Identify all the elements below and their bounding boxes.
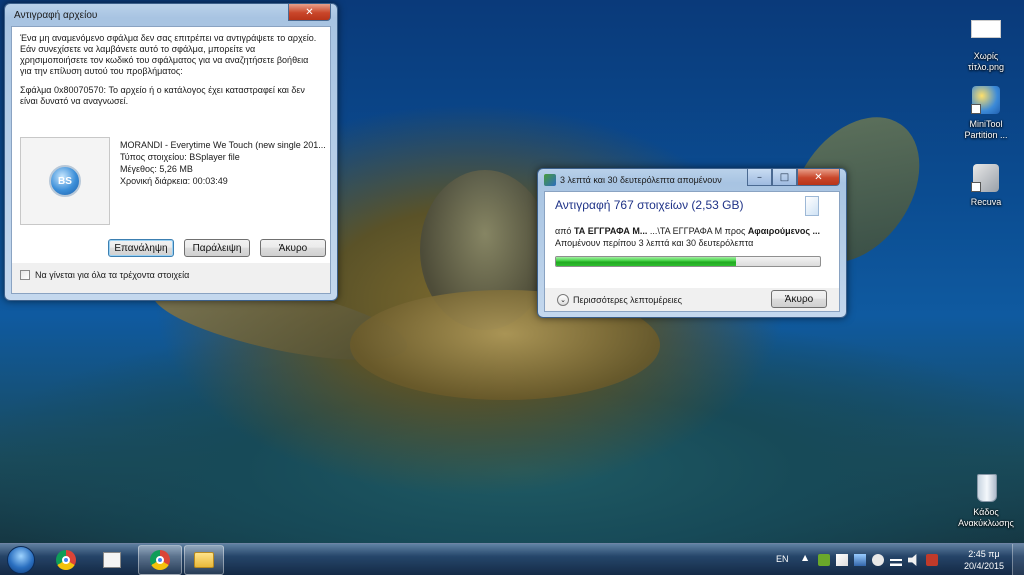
taskbar-chrome-window[interactable] — [138, 545, 182, 575]
chrome-icon — [56, 550, 76, 570]
chrome-icon — [150, 550, 170, 570]
desktop-icon-untitled-png[interactable]: Χωρίς τίτλο.png — [958, 16, 1014, 73]
volume-icon[interactable] — [908, 554, 917, 566]
progress-bar-fill — [556, 257, 736, 266]
progress-dialog-titlebar[interactable]: 3 λεπτά και 30 δευτερόλεπτα απομένουν – … — [544, 169, 840, 191]
document-icon — [805, 196, 819, 216]
desktop-icon-label: Recuva — [970, 197, 1002, 207]
apply-to-all-row[interactable]: Να γίνεται για όλα τα τρέχοντα στοιχεία — [20, 270, 189, 280]
taskbar-chrome[interactable] — [46, 545, 86, 575]
copy-heading: Αντιγραφή 767 στοιχείων (2,53 GB) — [555, 198, 744, 212]
notepad-icon — [103, 552, 121, 568]
image-file-icon — [969, 16, 1003, 48]
desktop-icon-label: MiniTool Partition ... — [964, 119, 1008, 140]
recuva-icon — [969, 162, 1003, 194]
error-message: Ένα μη αναμενόμενο σφάλμα δεν σας επιτρέ… — [20, 33, 317, 76]
maximize-button[interactable]: □ — [772, 169, 797, 186]
start-button[interactable] — [2, 545, 40, 575]
show-hidden-icons-button[interactable]: ▲ — [802, 553, 812, 565]
desktop-icon-label: Χωρίς τίτλο.png — [968, 51, 1004, 72]
to-label: προς — [724, 226, 746, 236]
progress-cancel-button[interactable]: Άκυρο — [771, 290, 827, 308]
file-thumbnail: BS — [20, 137, 110, 225]
copy-progress-dialog: 3 λεπτά και 30 δευτερόλεπτα απομένουν – … — [537, 168, 847, 318]
bsplayer-icon-text: BS — [58, 175, 72, 187]
action-center-icon[interactable] — [926, 554, 938, 566]
taskbar: EN ▲ 2:45 πμ 20/4/2015 — [0, 543, 1024, 575]
clock[interactable]: 2:45 πμ 20/4/2015 — [964, 548, 1004, 572]
clock-time: 2:45 πμ — [968, 549, 1000, 559]
nvidia-icon[interactable] — [818, 554, 830, 566]
file-details: MORANDI - Everytime We Touch (new single… — [120, 139, 326, 187]
file-type: Τύπος στοιχείου: BSplayer file — [120, 152, 240, 162]
apply-to-all-label: Να γίνεται για όλα τα τρέχοντα στοιχεία — [35, 270, 190, 280]
copy-error-dialog: Αντιγραφή αρχείου ✕ Ένα μη αναμενόμενο σ… — [4, 3, 338, 301]
bsplayer-icon: BS — [49, 165, 81, 197]
desktop-icon-recycle-bin[interactable]: Κάδος Ανακύκλωσης — [958, 472, 1014, 529]
apply-to-all-checkbox[interactable] — [20, 270, 30, 280]
copy-route: από ΤΑ ΕΓΓΡΑΦΑ Μ... ...\ΤΑ ΕΓΓΡΑΦΑ Μ προ… — [555, 226, 829, 236]
retry-button[interactable]: Επανάληψη — [108, 239, 174, 257]
more-details-toggle[interactable]: ⌄ Περισσότερες λεπτομέρειες — [557, 294, 682, 306]
language-indicator[interactable]: EN — [776, 554, 789, 564]
progress-dialog-close-button[interactable]: ✕ — [797, 169, 840, 186]
show-desktop-button[interactable] — [1012, 544, 1024, 575]
minimize-icon: – — [757, 171, 762, 183]
folder-icon — [194, 552, 214, 568]
path-middle: ...\ΤΑ ΕΓΓΡΑΦΑ Μ — [649, 226, 723, 236]
to-value[interactable]: Αφαιρούμενος ... — [748, 226, 820, 236]
wifi-icon[interactable] — [890, 554, 902, 566]
close-icon: ✕ — [305, 6, 314, 18]
clock-date: 20/4/2015 — [964, 561, 1005, 571]
file-name: MORANDI - Everytime We Touch (new single… — [120, 140, 326, 150]
taskbar-explorer[interactable] — [184, 545, 224, 575]
time-remaining: Απομένουν περίπου 3 λεπτά και 30 δευτερό… — [555, 238, 754, 248]
maximize-icon: □ — [779, 171, 790, 183]
file-duration: Χρονική διάρκεια: 00:03:49 — [120, 176, 228, 186]
error-code: Σφάλμα 0x80070570: Το αρχείο ή ο κατάλογ… — [20, 85, 305, 106]
from-value[interactable]: ΤΑ ΕΓΓΡΑΦΑ Μ... — [574, 226, 647, 236]
desktop-icon-minitool[interactable]: MiniTool Partition ... — [958, 84, 1014, 141]
close-icon: ✕ — [814, 171, 823, 183]
cancel-button[interactable]: Άκυρο — [260, 239, 326, 257]
sync-icon[interactable] — [872, 554, 884, 566]
flag-icon[interactable] — [836, 554, 848, 566]
windows-orb-icon — [7, 546, 35, 574]
minimize-button[interactable]: – — [747, 169, 772, 186]
error-dialog-titlebar[interactable]: Αντιγραφή αρχείου ✕ — [11, 4, 331, 26]
desktop-icon-label: Κάδος Ανακύκλωσης — [958, 507, 1014, 528]
progress-bar — [555, 256, 821, 267]
chevron-down-icon: ⌄ — [557, 294, 569, 306]
taskbar-notepad[interactable] — [92, 545, 132, 575]
error-dialog-close-button[interactable]: ✕ — [288, 4, 331, 21]
copy-icon — [544, 174, 556, 186]
more-details-label: Περισσότερες λεπτομέρειες — [573, 295, 682, 305]
from-label: από — [555, 226, 572, 236]
network-icon[interactable] — [854, 554, 866, 566]
desktop-icon-recuva[interactable]: Recuva — [958, 162, 1014, 208]
progress-dialog-title: 3 λεπτά και 30 δευτερόλεπτα απομένουν — [560, 175, 722, 185]
error-dialog-title: Αντιγραφή αρχείου — [14, 9, 98, 21]
minitool-icon — [969, 84, 1003, 116]
recycle-bin-icon — [969, 472, 1003, 504]
skip-button[interactable]: Παράλειψη — [184, 239, 250, 257]
file-size: Μέγεθος: 5,26 MB — [120, 164, 193, 174]
